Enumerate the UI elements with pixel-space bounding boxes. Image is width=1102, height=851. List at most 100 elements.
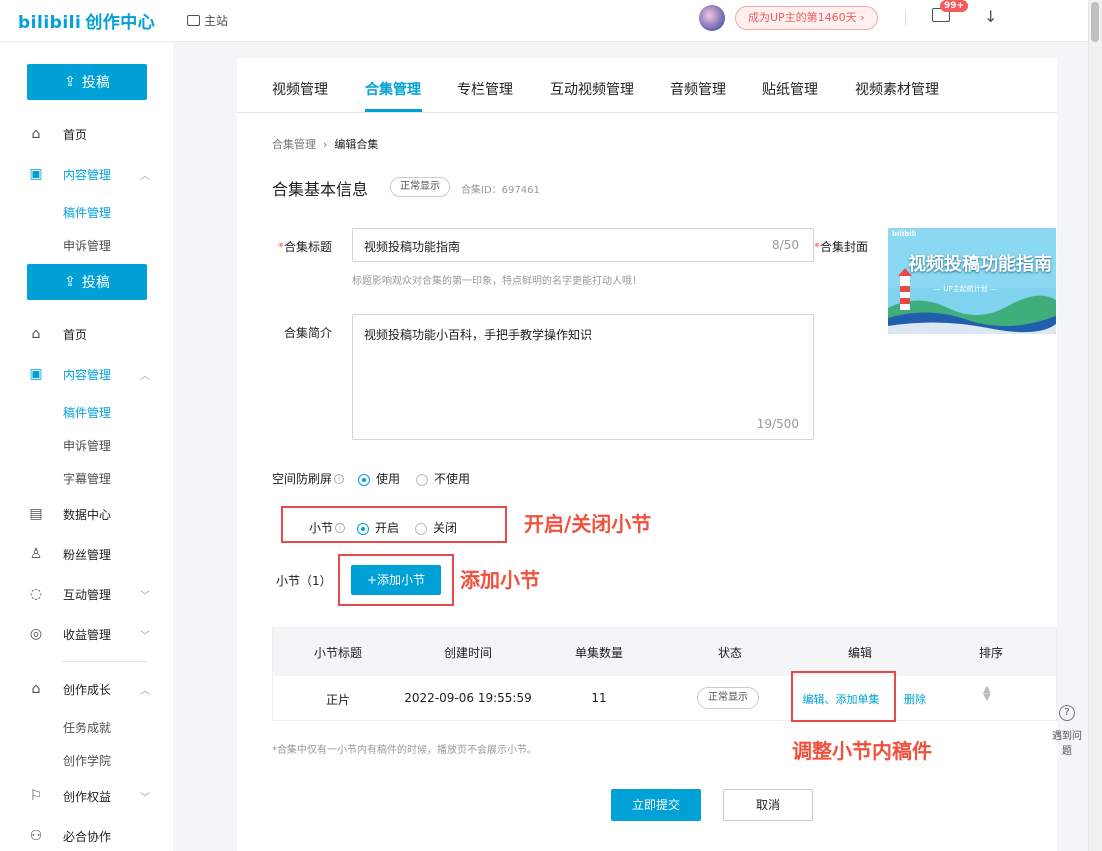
up-days-badge[interactable]: 成为UP主的第1460天 › xyxy=(735,6,878,30)
row-title: 正片 xyxy=(325,693,351,707)
section-toggle-row: 小节 i 开启 关闭 xyxy=(309,519,457,536)
section-count: 小节（1） xyxy=(276,574,332,588)
tab-sticker[interactable]: 贴纸管理 xyxy=(762,79,818,99)
sidebar-item-appeals-duplicate[interactable]: 申诉管理 xyxy=(63,437,111,454)
row-status-badge: 正常显示 xyxy=(697,687,759,709)
table-header: 小节标题 创建时间 单集数量 状态 编辑 排序 xyxy=(273,628,1056,676)
chevron-down-icon: ﹀ xyxy=(140,792,150,804)
annotation-add: 添加小节 xyxy=(460,568,540,592)
sidebar-item-academy[interactable]: 创作学院 xyxy=(63,752,111,769)
tab-audio[interactable]: 音频管理 xyxy=(670,79,726,99)
col-sort: 排序 xyxy=(978,646,1004,660)
annotation-adjust: 调整小节内稿件 xyxy=(792,739,932,763)
col-edit: 编辑 xyxy=(847,646,873,660)
tab-bar: 视频管理 合集管理 专栏管理 互动视频管理 音频管理 贴纸管理 视频素材管理 xyxy=(237,58,1057,113)
scrollbar[interactable] xyxy=(1088,0,1102,851)
sidebar-item-appeals[interactable]: 申诉管理 xyxy=(63,237,111,254)
sidebar-item-home[interactable]: ⌂ 首页 xyxy=(0,123,173,145)
sidebar-item-subtitles[interactable]: 字幕管理 xyxy=(63,470,111,487)
sidebar-item-content-duplicate[interactable]: ▣ 内容管理 ︿ xyxy=(0,363,173,385)
desc-label: 合集简介 xyxy=(283,326,332,340)
section-on-option[interactable]: 开启 xyxy=(357,519,399,536)
divider xyxy=(905,10,906,26)
desc-textarea[interactable]: 视频投稿功能小百科，手把手教学操作知识 19/500 xyxy=(352,314,814,440)
title-counter: 8/50 xyxy=(772,238,799,252)
upload-button-duplicate[interactable]: ⇪ 投稿 xyxy=(27,264,147,300)
title-input-value: 视频投稿功能指南 xyxy=(364,240,461,254)
row-created: 2022-09-06 19:55:59 xyxy=(404,691,532,705)
section-label: 小节 xyxy=(309,521,334,535)
sidebar-item-income[interactable]: ◎ 收益管理 ﹀ xyxy=(0,623,173,645)
home-link[interactable]: 主站 xyxy=(187,12,228,29)
breadcrumb-current: 编辑合集 xyxy=(334,138,379,151)
cover-illustration xyxy=(888,228,1056,334)
antispam-on-option[interactable]: 使用 xyxy=(358,470,400,487)
info-icon[interactable]: i xyxy=(334,473,345,484)
delete-link[interactable]: 删除 xyxy=(904,691,926,707)
breadcrumb: 合集管理 › 编辑合集 xyxy=(272,136,378,152)
sidebar-item-manuscripts[interactable]: 稿件管理 xyxy=(63,204,111,221)
sidebar-item-data[interactable]: ▤ 数据中心 xyxy=(0,503,173,525)
chevron-down-icon: ﹀ xyxy=(140,590,150,602)
document-icon: ▣ xyxy=(29,166,43,182)
sort-handle-icon[interactable]: ▲ ▼ xyxy=(983,685,991,703)
chevron-up-icon: ︿ xyxy=(140,370,150,382)
annotation-toggle: 开启/关闭小节 xyxy=(524,512,652,536)
money-bag-icon: ◎ xyxy=(29,626,43,642)
title-input[interactable]: 视频投稿功能指南 8/50 xyxy=(352,228,814,262)
info-icon[interactable]: i xyxy=(335,522,346,533)
tab-video-material[interactable]: 视频素材管理 xyxy=(855,79,939,99)
cover-subtitle-text: — UP主起航计划 — xyxy=(934,285,997,293)
radio-unchecked-icon xyxy=(416,473,429,486)
help-widget[interactable]: ? 遇到问题 xyxy=(1052,705,1082,757)
sidebar-item-tasks[interactable]: 任务成就 xyxy=(63,719,111,736)
tab-column[interactable]: 专栏管理 xyxy=(457,79,513,99)
breadcrumb-separator: › xyxy=(323,138,328,151)
top-bar: bilibili 创作中心 主站 成为UP主的第1460天 › 99+ ↓ xyxy=(0,0,1088,42)
tab-collection[interactable]: 合集管理 xyxy=(365,79,421,99)
sidebar-item-fans[interactable]: ♙ 粉丝管理 xyxy=(0,543,173,565)
upload-button[interactable]: ⇪ 投稿 xyxy=(27,64,147,100)
sidebar-item-home-duplicate[interactable]: ⌂ 首页 xyxy=(0,323,173,345)
sidebar-item-interaction[interactable]: ◌ 互动管理 ﹀ xyxy=(0,583,173,605)
footnote: *合集中仅有一小节内有稿件的时候，播放页不会展示小节。 xyxy=(272,745,537,756)
col-status: 状态 xyxy=(717,646,743,660)
people-icon: ⚇ xyxy=(29,828,43,844)
home-icon: ⌂ xyxy=(31,326,41,342)
tab-video[interactable]: 视频管理 xyxy=(272,79,328,99)
cover-title-text: 视频投稿功能指南 xyxy=(908,254,1052,275)
avatar[interactable] xyxy=(699,5,725,31)
radio-checked-icon xyxy=(358,473,371,486)
sidebar-item-growth[interactable]: ⌂ 创作成长 ︿ xyxy=(0,678,173,700)
help-label: 遇到问题 xyxy=(1052,731,1082,757)
collection-id: 合集ID：697461 xyxy=(461,185,540,196)
sidebar-item-content[interactable]: ▣ 内容管理 ︿ xyxy=(0,163,173,185)
submit-button[interactable]: 立即提交 xyxy=(611,789,701,821)
col-title: 小节标题 xyxy=(313,646,363,660)
sidebar-divider xyxy=(62,661,147,662)
title-hint: 标题影响观众对合集的第一印象，特点鲜明的名字更能打动人哦！ xyxy=(352,276,642,287)
add-section-button[interactable]: +添加小节 xyxy=(351,565,441,595)
section-off-option[interactable]: 关闭 xyxy=(415,519,457,536)
tab-interactive-video[interactable]: 互动视频管理 xyxy=(550,79,634,99)
graduation-cap-icon: ⌂ xyxy=(31,681,41,697)
chevron-up-icon: ︿ xyxy=(140,685,150,697)
document-icon: ▣ xyxy=(29,366,43,382)
cover-image[interactable]: bilibili 视频投稿功能指南 — UP主起航计划 — xyxy=(888,228,1056,334)
page-title: 合集基本信息 xyxy=(272,180,369,199)
download-icon[interactable]: ↓ xyxy=(984,7,997,26)
scrollbar-thumb[interactable] xyxy=(1091,2,1099,42)
main-panel: 视频管理 合集管理 专栏管理 互动视频管理 音频管理 贴纸管理 视频素材管理 合… xyxy=(237,58,1057,851)
sidebar-item-manuscripts-duplicate[interactable]: 稿件管理 xyxy=(63,404,111,421)
upload-icon: ⇪ xyxy=(64,274,76,290)
radio-checked-icon xyxy=(357,522,370,535)
cancel-button[interactable]: 取消 xyxy=(723,789,813,821)
sidebar-item-rights[interactable]: ⚐ 创作权益 ﹀ xyxy=(0,785,173,807)
sidebar-item-collab[interactable]: ⚇ 必合协作 xyxy=(0,825,173,847)
edit-add-episode-link[interactable]: 编辑、添加单集 xyxy=(803,691,880,707)
mail-badge: 99+ xyxy=(940,0,969,12)
antispam-off-option[interactable]: 不使用 xyxy=(416,470,470,487)
breadcrumb-parent[interactable]: 合集管理 xyxy=(272,138,316,151)
upload-icon: ⇪ xyxy=(64,74,76,90)
logo[interactable]: bilibili 创作中心 xyxy=(18,8,155,33)
